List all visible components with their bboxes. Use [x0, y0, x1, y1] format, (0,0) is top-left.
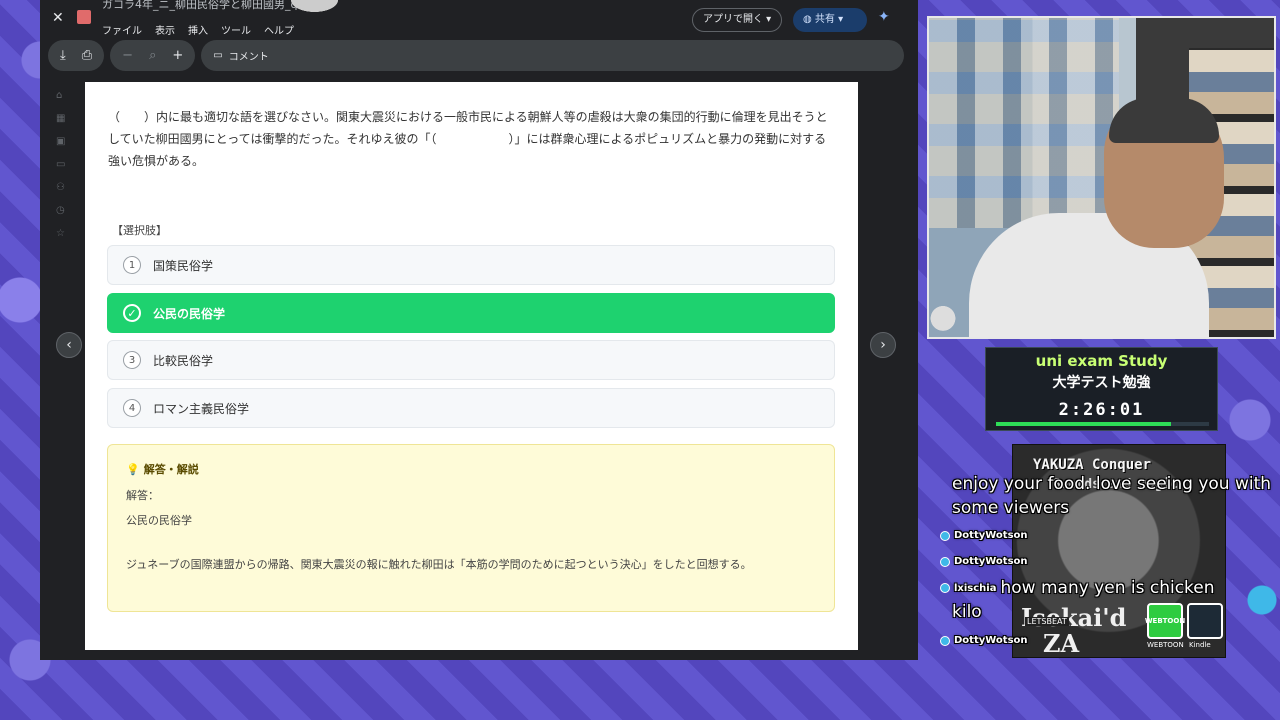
share-label: 共有 — [814, 14, 835, 25]
chat-badge-icon — [940, 556, 950, 567]
question-text: （ ）内に最も適切な語を選びなさい。関東大震災における一般市民による朝鮮人等の虐… — [108, 110, 828, 168]
document-page: （ ）内に最も適切な語を選びなさい。関東大震災における一般市民による朝鮮人等の虐… — [85, 82, 858, 650]
choice-number: 1 — [123, 256, 141, 274]
chat-message-text: enjoy your food. love seeing you with so… — [952, 474, 1272, 518]
chat-row: DottyWotson — [940, 556, 1028, 567]
chat-badge-icon — [940, 635, 950, 646]
toolbar-left-group: ⤓ ⎙ — [48, 40, 105, 71]
answer-label: 解答： — [126, 489, 159, 502]
timer-title-japanese: 大学テスト勉強 — [1052, 375, 1151, 391]
home-icon: ⌂ — [56, 90, 63, 101]
chat-badge-icon — [940, 583, 950, 593]
answer-explanation-box: 💡 解答・解説 解答： 公民の民俗学 ジュネーブの国際連盟からの帰路、関東大震災の… — [107, 444, 835, 612]
timer-title-english: uni exam Study — [1035, 352, 1168, 370]
chevron-right-icon: › — [880, 337, 886, 353]
comment-button[interactable]: コメント — [229, 48, 269, 63]
zoom-out-icon[interactable]: − — [122, 48, 133, 63]
share-button[interactable]: ◍ 共有 ▾ — [793, 8, 867, 32]
image-viewer-window: ✕ ガコラ4年_ニ_柳田民俗学と柳田國男_q.png ファイル 表示 挿入 ツー… — [40, 0, 918, 660]
chat-row: DottyWotson — [940, 635, 1028, 646]
menu-file[interactable]: ファイル — [102, 22, 142, 37]
menu-bar: ファイル 表示 挿入 ツール ヘルプ — [102, 22, 294, 37]
choice-text: 公民の民俗学 — [153, 306, 226, 321]
answer-explanation: ジュネーブの国際連盟からの帰路、関東大震災の報に触れた柳田は「本筋の学問のために… — [126, 558, 752, 571]
zoom-in-icon[interactable]: + — [172, 48, 183, 63]
choice-number: 3 — [123, 351, 141, 369]
people-icon: ⚇ — [56, 182, 65, 193]
stream-chat: enjoy your food. love seeing you with so… — [940, 470, 1275, 660]
check-icon: ✓ — [123, 304, 141, 322]
comment-group: ▭ コメント — [201, 40, 904, 71]
webcam-feed — [927, 16, 1276, 339]
streamer-hair — [1109, 98, 1219, 143]
choice-text: 比較民俗学 — [153, 353, 214, 368]
menu-help[interactable]: ヘルプ — [264, 22, 294, 37]
timer-clock: 2:26:01 — [1058, 400, 1145, 420]
choice-option-2-selected[interactable]: ✓ 公民の民俗学 — [107, 293, 835, 333]
timer-progress-bar — [996, 422, 1209, 426]
lightbulb-icon: 💡 — [126, 463, 140, 476]
chat-row: DottyWotson — [940, 530, 1028, 541]
menu-tools[interactable]: ツール — [221, 22, 251, 37]
chevron-left-icon: ‹ — [66, 337, 72, 353]
title-bar: ✕ ガコラ4年_ニ_柳田民俗学と柳田國男_q.png ファイル 表示 挿入 ツー… — [40, 0, 918, 38]
menu-insert[interactable]: 挿入 — [188, 22, 208, 37]
choice-option-4[interactable]: 4 ロマン主義民俗学 — [107, 388, 835, 428]
pixel-pet-sprite — [925, 298, 961, 332]
image-file-icon — [77, 10, 91, 24]
choice-option-1[interactable]: 1 国策民俗学 — [107, 245, 835, 285]
choices-heading: 【選択肢】 — [112, 224, 167, 237]
timer-progress-fill — [996, 422, 1171, 426]
chat-message-text: how many yen is chicken — [1000, 578, 1215, 598]
chat-username: DottyWotson — [954, 635, 1028, 646]
study-timer-widget: uni exam Study 大学テスト勉強 2:26:01 — [985, 347, 1218, 431]
chat-username: DottyWotson — [954, 556, 1028, 567]
answer-heading-text: 解答・解説 — [143, 463, 199, 476]
chat-badge-icon — [940, 530, 950, 541]
close-icon[interactable]: ✕ — [52, 10, 64, 26]
pixel-sprite-top — [287, 0, 342, 14]
answer-heading: 💡 解答・解説 — [126, 461, 199, 477]
choice-number: 4 — [123, 399, 141, 417]
print-icon[interactable]: ⎙ — [82, 48, 92, 63]
comment-icon[interactable]: ▭ — [213, 50, 222, 61]
chat-username: DottyWotson — [954, 530, 1028, 541]
chat-row: lxischia how many yen is chicken — [940, 578, 1215, 598]
zoom-group: − ⌕ + — [110, 40, 196, 71]
menu-view[interactable]: 表示 — [155, 22, 175, 37]
next-page-button[interactable]: › — [870, 332, 896, 358]
star-icon: ☆ — [56, 228, 65, 239]
globe-icon: ◍ — [803, 14, 815, 25]
choice-option-3[interactable]: 3 比較民俗学 — [107, 340, 835, 380]
previous-page-button[interactable]: ‹ — [56, 332, 82, 358]
viewer-toolbar: ⤓ ⎙ − ⌕ + ▭ コメント — [48, 40, 904, 71]
image-icon: ▣ — [56, 136, 66, 147]
download-icon[interactable]: ⤓ — [60, 48, 66, 63]
chat-username: lxischia — [954, 582, 997, 594]
grid-icon: ▦ — [56, 113, 66, 124]
open-with-app-button[interactable]: アプリで開く ▾ — [692, 8, 783, 32]
answer-value: 公民の民俗学 — [126, 514, 192, 527]
wall-posters — [929, 18, 1119, 228]
zoom-search-icon[interactable]: ⌕ — [149, 48, 156, 63]
clock-icon: ◷ — [56, 205, 65, 216]
choice-text: ロマン主義民俗学 — [153, 401, 250, 416]
gemini-sparkle-icon[interactable]: ✦ — [878, 9, 890, 25]
chat-message-continuation: kilo — [952, 602, 982, 622]
choice-text: 国策民俗学 — [153, 258, 214, 273]
folder-icon: ▭ — [56, 159, 66, 170]
